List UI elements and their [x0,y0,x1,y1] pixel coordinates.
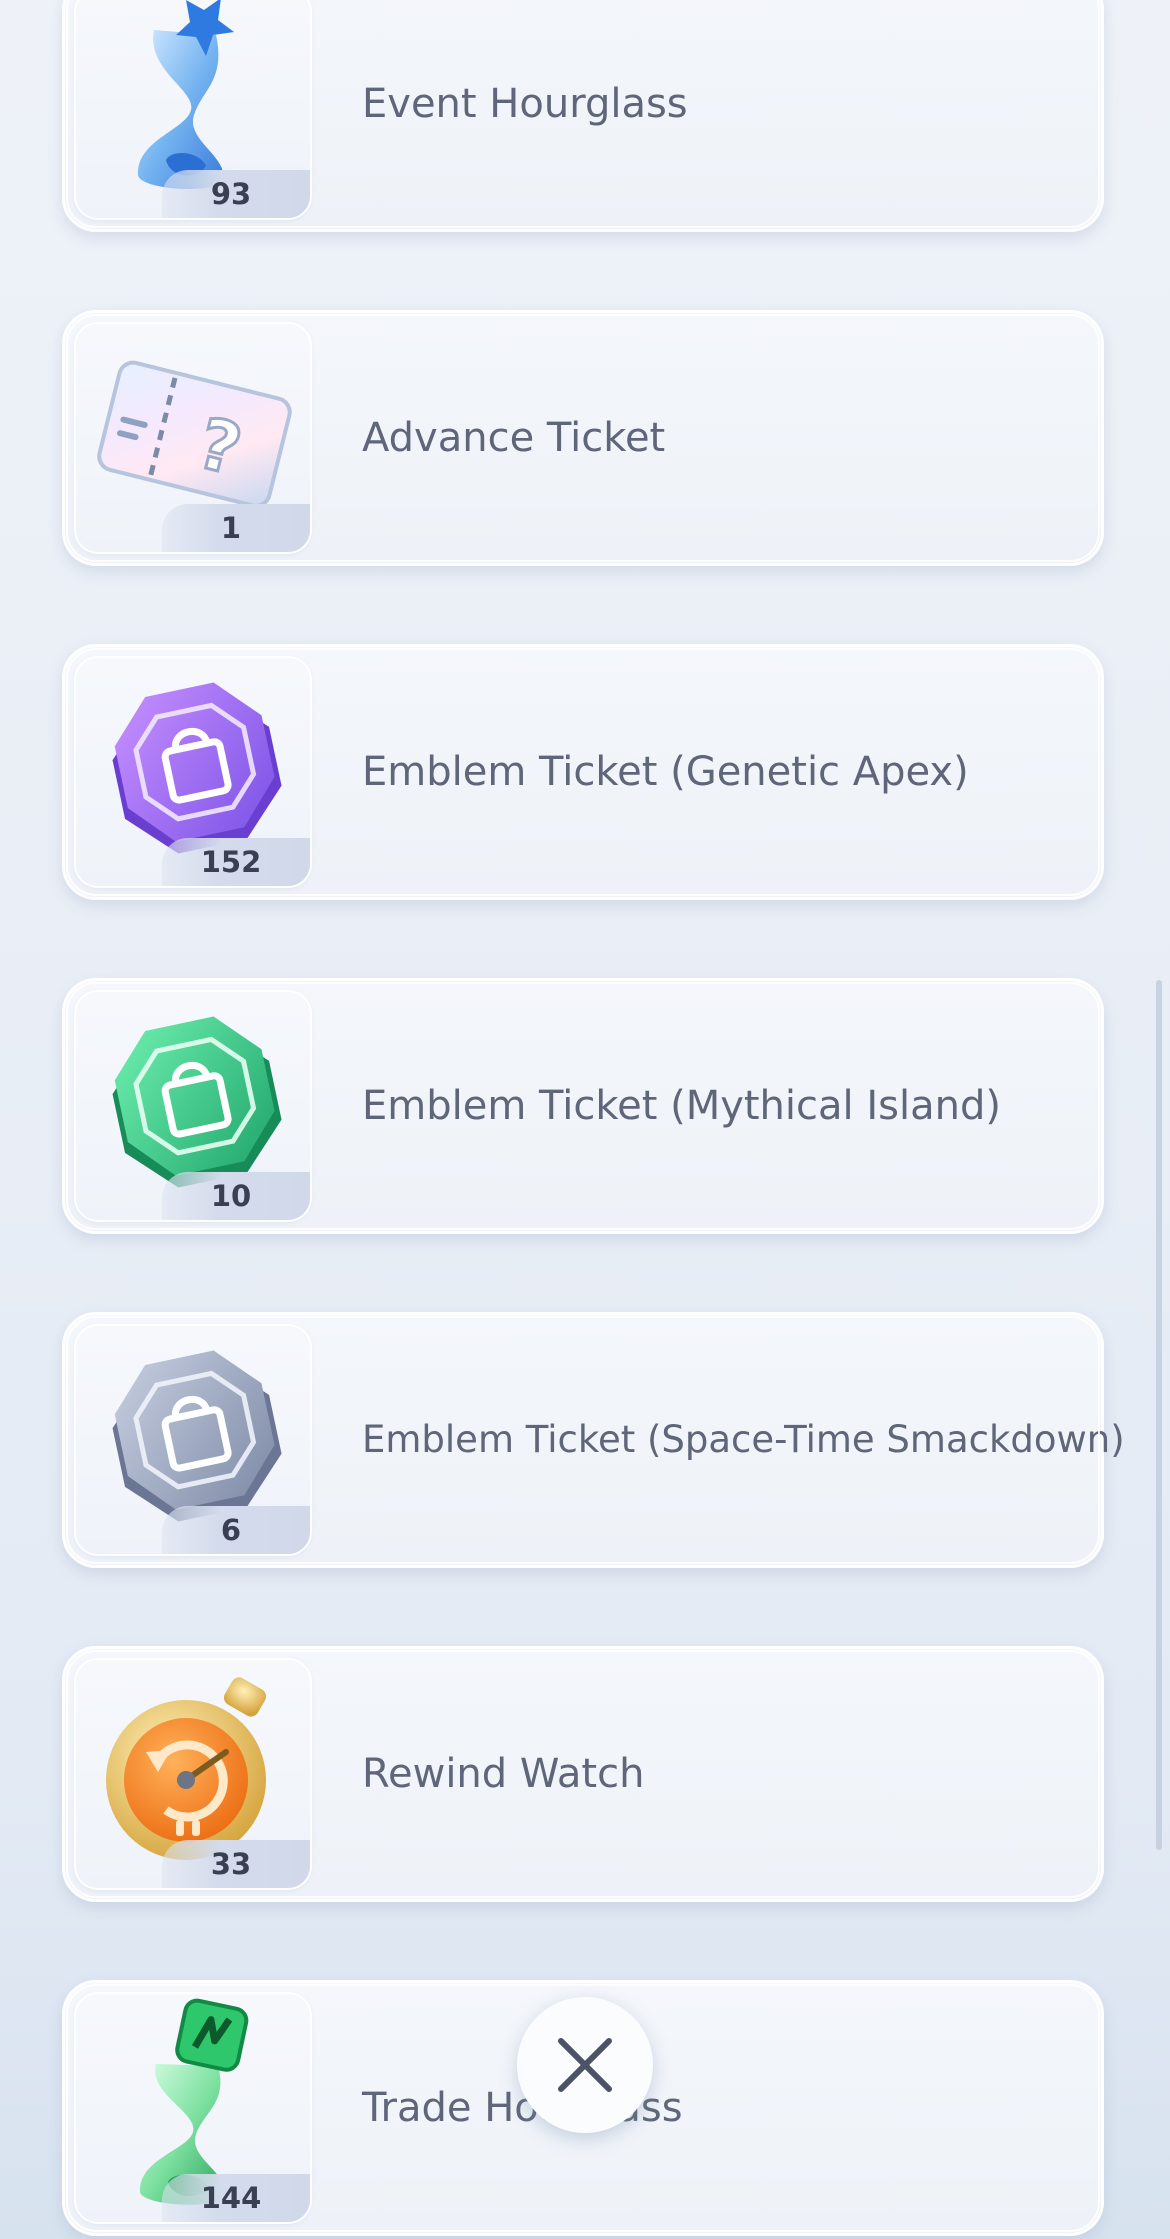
item-thumbnail: 152 [76,658,310,886]
list-item-advance-ticket[interactable]: ? 1 Advance Ticket [62,310,1104,566]
list-item-rewind-watch[interactable]: 33 Rewind Watch [62,1646,1104,1902]
list-item-event-hourglass[interactable]: 93 Event Hourglass [62,0,1104,232]
item-name: Emblem Ticket (Mythical Island) [362,1083,1001,1129]
item-name: Emblem Ticket (Space-Time Smackdown) [362,1418,1125,1461]
item-name: Advance Ticket [362,415,666,461]
item-thumbnail: 33 [76,1660,310,1888]
item-thumbnail: ? 1 [76,324,310,552]
item-count: 10 [162,1172,310,1220]
item-count: 6 [162,1506,310,1554]
list-item-emblem-ticket-mythical-island[interactable]: 10 Emblem Ticket (Mythical Island) [62,978,1104,1234]
close-icon [558,2038,612,2092]
list-item-emblem-ticket-space-time-smackdown[interactable]: 6 Emblem Ticket (Space-Time Smackdown) [62,1312,1125,1568]
item-thumbnail: 144 [76,1994,310,2222]
item-thumbnail: 10 [76,992,310,1220]
item-count: 93 [162,170,310,218]
close-button[interactable] [517,1997,653,2133]
item-count: 144 [162,2174,310,2222]
item-name: Emblem Ticket (Genetic Apex) [362,749,969,795]
item-name: Rewind Watch [362,1751,645,1797]
item-thumbnail: 6 [76,1326,310,1554]
list-item-emblem-ticket-genetic-apex[interactable]: 152 Emblem Ticket (Genetic Apex) [62,644,1104,900]
item-count: 1 [162,504,310,552]
item-name: Event Hourglass [362,81,688,127]
item-count: 33 [162,1840,310,1888]
item-thumbnail: 93 [76,0,310,218]
item-count: 152 [162,838,310,886]
scrollbar[interactable] [1156,980,1162,1850]
item-list: 93 Event Hourglass ? 1 Advance Ticket 15… [0,0,1170,2239]
